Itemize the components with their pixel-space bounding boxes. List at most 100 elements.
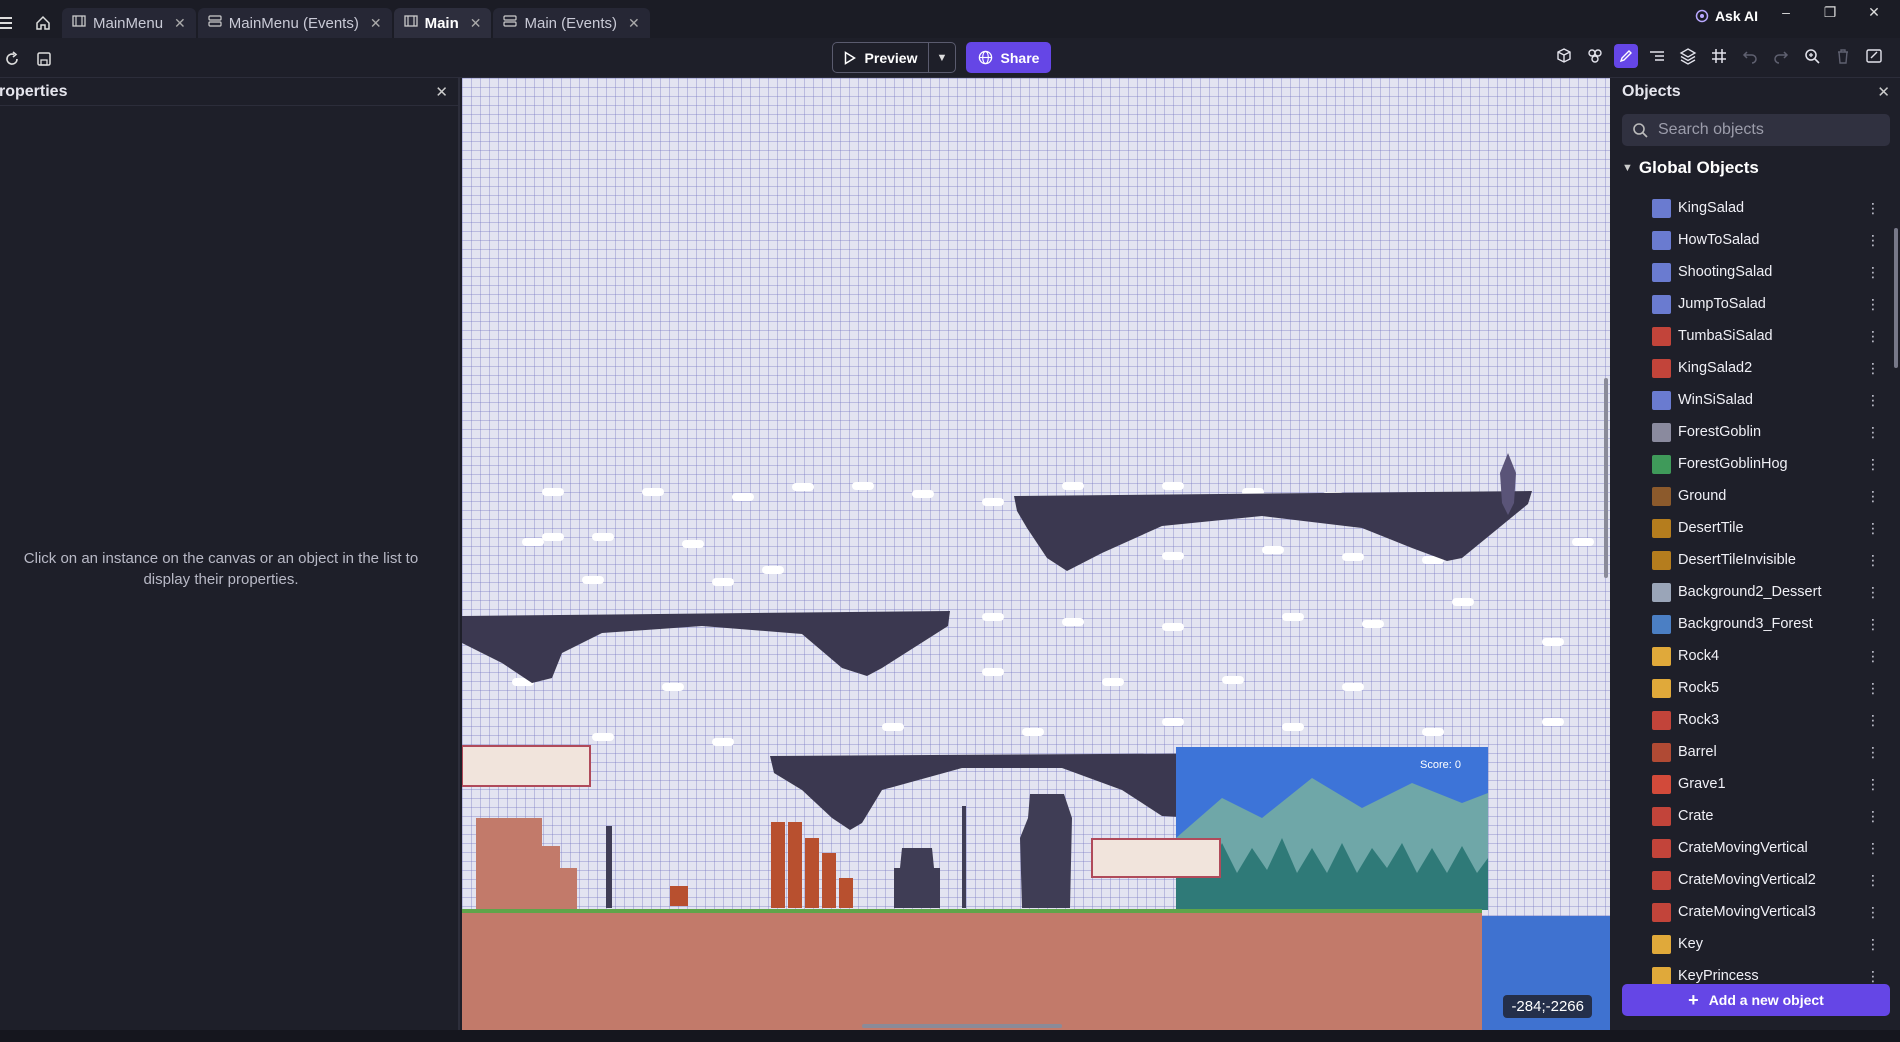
list-item[interactable]: HowToSalad ⋮ [1612,224,1900,256]
sign-board-left [462,745,591,787]
group-label: Global Objects [1638,158,1759,177]
more-options-icon[interactable]: ⋮ [1866,616,1880,633]
object-name: Ground [1678,488,1727,504]
close-properties-icon[interactable]: ✕ [435,83,448,101]
more-options-icon[interactable]: ⋮ [1866,808,1880,825]
more-options-icon[interactable]: ⋮ [1866,520,1880,537]
more-options-icon[interactable]: ⋮ [1866,392,1880,409]
layers-icon[interactable] [1676,44,1700,68]
more-options-icon[interactable]: ⋮ [1866,968,1880,985]
close-window-icon[interactable]: ✕ [1854,4,1894,26]
more-options-icon[interactable]: ⋮ [1866,424,1880,441]
object-thumbnail-icon [1652,838,1671,858]
object-list: KingSalad ⋮ HowToSalad ⋮ ShootingSalad ⋮ JumpT… [1612,192,1900,992]
menu-icon[interactable] [0,8,18,38]
object-thumbnail-icon [1652,262,1671,282]
list-item[interactable]: Rock3 ⋮ [1612,704,1900,736]
list-item[interactable]: Grave1 ⋮ [1612,768,1900,800]
undo-icon[interactable] [1738,44,1762,68]
more-options-icon[interactable]: ⋮ [1866,904,1880,921]
list-item[interactable]: CrateMovingVertical ⋮ [1612,832,1900,864]
more-options-icon[interactable]: ⋮ [1866,648,1880,665]
delete-icon[interactable] [1831,44,1855,68]
canvas-horizontal-scrollbar[interactable] [862,1024,1062,1028]
more-options-icon[interactable]: ⋮ [1866,264,1880,281]
close-tab-icon[interactable]: ✕ [370,15,382,32]
list-item[interactable]: Crate ⋮ [1612,800,1900,832]
list-item[interactable]: Rock5 ⋮ [1612,672,1900,704]
edit-pencil-icon[interactable] [1614,44,1638,68]
list-item[interactable]: KingSalad ⋮ [1612,192,1900,224]
more-options-icon[interactable]: ⋮ [1866,296,1880,313]
list-item[interactable]: Background3_Forest ⋮ [1612,608,1900,640]
more-options-icon[interactable]: ⋮ [1866,712,1880,729]
more-options-icon[interactable]: ⋮ [1866,200,1880,217]
list-item[interactable]: Barrel ⋮ [1612,736,1900,768]
list-item[interactable]: ForestGoblinHog ⋮ [1612,448,1900,480]
share-button[interactable]: Share [966,42,1051,73]
close-tab-icon[interactable]: ✕ [470,15,482,32]
objects-groups-icon[interactable] [1583,44,1607,68]
objects-title: Objects [1622,83,1681,100]
list-item[interactable]: JumpToSalad ⋮ [1612,288,1900,320]
objects-scrollbar[interactable] [1894,228,1898,368]
minimize-icon[interactable]: – [1766,4,1806,26]
grid-icon[interactable] [1707,44,1731,68]
list-item[interactable]: ForestGoblin ⋮ [1612,416,1900,448]
more-options-icon[interactable]: ⋮ [1866,840,1880,857]
preview-button[interactable]: Preview [833,43,929,72]
ask-ai-button[interactable]: Ask AI [1695,8,1758,24]
list-item[interactable]: Ground ⋮ [1612,480,1900,512]
list-item[interactable]: WinSiSalad ⋮ [1612,384,1900,416]
list-item[interactable]: CrateMovingVertical3 ⋮ [1612,896,1900,928]
more-options-icon[interactable]: ⋮ [1866,872,1880,889]
more-options-icon[interactable]: ⋮ [1866,232,1880,249]
more-options-icon[interactable]: ⋮ [1866,328,1880,345]
list-item[interactable]: TumbaSiSalad ⋮ [1612,320,1900,352]
restore-icon[interactable]: ❐ [1810,4,1850,26]
list-item[interactable]: KingSalad2 ⋮ [1612,352,1900,384]
list-item[interactable]: Background2_Dessert ⋮ [1612,576,1900,608]
more-options-icon[interactable]: ⋮ [1866,744,1880,761]
tab-main[interactable]: Main ✕ [393,8,492,38]
more-options-icon[interactable]: ⋮ [1866,552,1880,569]
list-item[interactable]: CrateMovingVertical2 ⋮ [1612,864,1900,896]
canvas-vertical-scrollbar[interactable] [1604,378,1608,578]
list-item[interactable]: Rock4 ⋮ [1612,640,1900,672]
list-item[interactable]: DesertTile ⋮ [1612,512,1900,544]
scene-icon [403,14,418,32]
scene-canvas[interactable]: Score: 0 -284;-2266 [462,78,1610,1030]
tab-mainmenu[interactable]: MainMenu ✕ [62,8,196,38]
search-input[interactable]: Search objects [1622,114,1890,146]
3d-cube-icon[interactable] [1552,44,1576,68]
chevron-down-icon[interactable]: ▼ [929,52,955,64]
scene-properties-icon[interactable] [1862,44,1886,68]
object-thumbnail-icon [1652,678,1671,698]
save-icon[interactable] [32,47,56,71]
tab-main-events[interactable]: Main (Events) ✕ [493,8,650,38]
tab-mainmenu-events[interactable]: MainMenu (Events) ✕ [197,8,392,38]
more-options-icon[interactable]: ⋮ [1866,584,1880,601]
more-options-icon[interactable]: ⋮ [1866,360,1880,377]
home-icon[interactable] [28,8,58,38]
instances-list-icon[interactable] [1645,44,1669,68]
more-options-icon[interactable]: ⋮ [1866,936,1880,953]
redo-icon[interactable] [1769,44,1793,68]
global-objects-group[interactable]: ▼ Global Objects [1622,158,1900,178]
list-item[interactable]: ShootingSalad ⋮ [1612,256,1900,288]
more-options-icon[interactable]: ⋮ [1866,680,1880,697]
more-options-icon[interactable]: ⋮ [1866,776,1880,793]
list-item[interactable]: DesertTileInvisible ⋮ [1612,544,1900,576]
add-object-label: Add a new object [1708,992,1824,1008]
more-options-icon[interactable]: ⋮ [1866,456,1880,473]
add-object-button[interactable]: + Add a new object [1622,984,1890,1016]
more-options-icon[interactable]: ⋮ [1866,488,1880,505]
ai-icon [1695,9,1709,23]
close-tab-icon[interactable]: ✕ [628,15,640,32]
close-objects-icon[interactable]: ✕ [1877,83,1890,101]
refresh-icon[interactable] [0,47,24,71]
zoom-icon[interactable] [1800,44,1824,68]
close-tab-icon[interactable]: ✕ [174,15,186,32]
object-thumbnail-icon [1652,934,1671,954]
list-item[interactable]: Key ⋮ [1612,928,1900,960]
